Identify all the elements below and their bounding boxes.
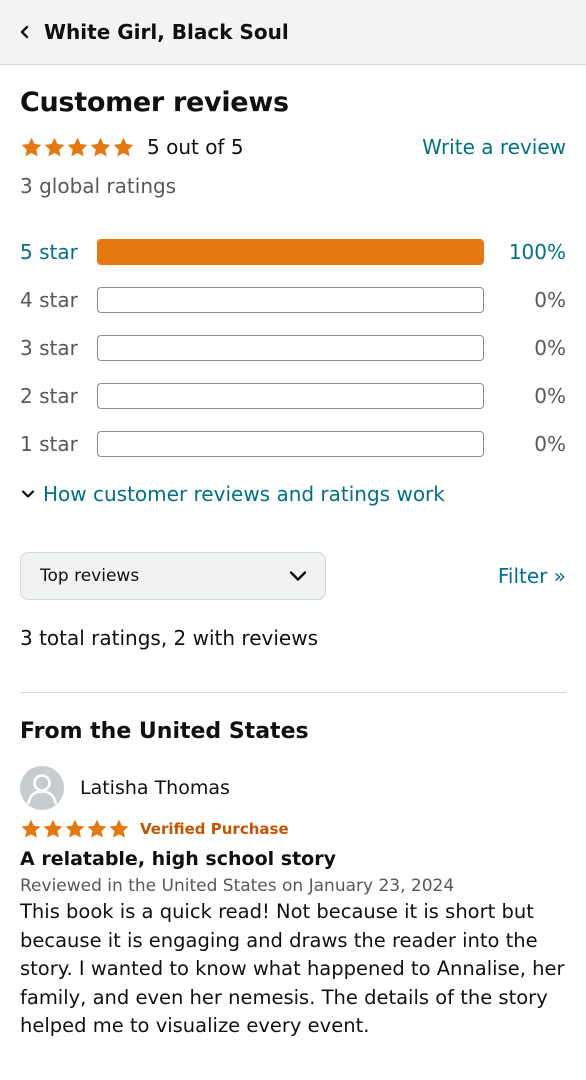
histogram-row-4: 4 star 0% xyxy=(20,276,566,324)
histogram-label[interactable]: 5 star xyxy=(20,240,97,264)
histogram-bar xyxy=(97,383,484,409)
write-review-link[interactable]: Write a review xyxy=(422,135,566,159)
histogram-row-3: 3 star 0% xyxy=(20,324,566,372)
review-card: Latisha Thomas Verified Purchase A relat… xyxy=(20,766,566,1041)
star-icon xyxy=(113,137,134,156)
histogram-bar-fill xyxy=(98,240,483,264)
histogram-row-2: 2 star 0% xyxy=(20,372,566,420)
star-icon xyxy=(21,137,42,156)
rating-text: 5 out of 5 xyxy=(147,135,244,159)
customer-reviews-heading: Customer reviews xyxy=(20,87,289,118)
histogram-label: 3 star xyxy=(20,336,78,360)
rating-histogram: 5 star 100% 4 star 0% 3 star 0% 2 star 0… xyxy=(20,228,566,468)
region-heading: From the United States xyxy=(20,719,309,744)
review-stars xyxy=(20,818,130,840)
chevron-left-icon[interactable] xyxy=(18,23,32,41)
histogram-row-1: 1 star 0% xyxy=(20,420,566,468)
filter-link[interactable]: Filter » xyxy=(498,564,566,588)
histogram-bar[interactable] xyxy=(97,239,484,265)
sort-selected-value[interactable]: Top reviews xyxy=(40,566,139,586)
star-icon xyxy=(90,137,111,156)
user-avatar-icon[interactable] xyxy=(20,766,64,810)
histogram-bar xyxy=(97,335,484,361)
sort-dropdown[interactable]: Top reviews xyxy=(20,552,326,600)
histogram-percent: 0% xyxy=(534,336,566,360)
star-icon xyxy=(43,819,63,838)
section-divider xyxy=(20,692,566,693)
book-title[interactable]: White Girl, Black Soul xyxy=(44,20,289,44)
star-icon xyxy=(87,819,107,838)
top-bar: White Girl, Black Soul xyxy=(0,0,586,65)
rating-summary: 5 out of 5 Write a review xyxy=(20,132,566,162)
histogram-label: 1 star xyxy=(20,432,78,456)
star-icon xyxy=(65,819,85,838)
avatar-silhouette xyxy=(27,774,57,805)
star-icon xyxy=(44,137,65,156)
sort-filter-row: Top reviews Filter » xyxy=(20,552,566,600)
global-ratings-count: 3 global ratings xyxy=(20,174,177,198)
reviews-content: Customer reviews 5 out of 5 Write a revi… xyxy=(0,87,586,1041)
star-icon xyxy=(109,819,129,838)
review-title[interactable]: A relatable, high school story xyxy=(20,848,566,870)
review-rating-row: Verified Purchase xyxy=(20,818,566,840)
histogram-row-5[interactable]: 5 star 100% xyxy=(20,228,566,276)
histogram-percent: 0% xyxy=(534,432,566,456)
chevron-down-icon[interactable] xyxy=(20,486,36,502)
review-body: This book is a quick read! Not because i… xyxy=(20,900,565,1037)
verified-purchase-badge: Verified Purchase xyxy=(140,820,289,838)
histogram-percent: 0% xyxy=(534,384,566,408)
star-icon xyxy=(21,819,41,838)
average-rating-stars xyxy=(20,136,135,159)
histogram-percent: 0% xyxy=(534,288,566,312)
histogram-percent[interactable]: 100% xyxy=(484,240,566,264)
reviewer-name[interactable]: Latisha Thomas xyxy=(80,777,230,799)
histogram-label: 4 star xyxy=(20,288,78,312)
back-button[interactable]: White Girl, Black Soul xyxy=(18,20,289,44)
histogram-label: 2 star xyxy=(20,384,78,408)
how-reviews-work-label[interactable]: How customer reviews and ratings work xyxy=(43,482,445,506)
review-date: Reviewed in the United States on January… xyxy=(20,876,455,896)
histogram-bar xyxy=(97,287,484,313)
total-ratings-summary: 3 total ratings, 2 with reviews xyxy=(20,626,318,650)
reviewer-profile[interactable]: Latisha Thomas xyxy=(20,766,566,810)
histogram-bar xyxy=(97,431,484,457)
chevron-down-icon[interactable] xyxy=(287,565,309,587)
star-icon xyxy=(67,137,88,156)
how-reviews-work-link[interactable]: How customer reviews and ratings work xyxy=(20,482,566,506)
